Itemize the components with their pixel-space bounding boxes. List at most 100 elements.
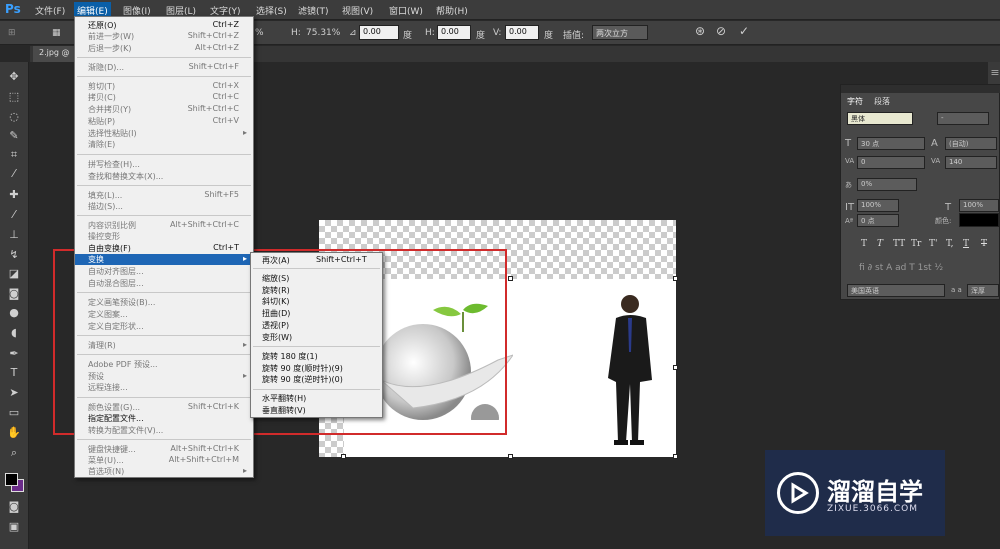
menu-select[interactable]: 选择(S): [256, 4, 287, 17]
menu-item-auto-blend-layers[interactable]: 自动混合图层...: [75, 278, 253, 289]
menu-item-define-shape[interactable]: 定义自定形状...: [75, 321, 253, 332]
zoom-tool-icon[interactable]: ⌕: [7, 446, 21, 460]
shape-tool-icon[interactable]: ▭: [7, 406, 21, 420]
quick-select-tool-icon[interactable]: ✎: [7, 129, 21, 143]
faux-bold-button[interactable]: T: [861, 239, 867, 249]
transform-handle[interactable]: [673, 365, 678, 370]
brush-tool-icon[interactable]: ⁄: [7, 208, 21, 222]
submenu-item-rotate-180[interactable]: 旋转 180 度(1): [251, 351, 382, 362]
panel-collapse-icon[interactable]: ≡: [988, 66, 1000, 80]
transform-handle[interactable]: [508, 454, 513, 459]
subscript-button[interactable]: T,: [946, 239, 954, 249]
baseline-shift-input[interactable]: 0 点: [857, 214, 899, 227]
menu-item-step-forward[interactable]: 前进一步(W) Shift+Ctrl+Z: [75, 31, 253, 42]
leading-select[interactable]: (自动): [945, 137, 997, 150]
cancel-transform-icon[interactable]: ⊘: [716, 24, 726, 38]
font-size-select[interactable]: 30 点: [857, 137, 925, 150]
submenu-item-distort[interactable]: 扭曲(D): [251, 308, 382, 319]
submenu-item-warp[interactable]: 变形(W): [251, 332, 382, 343]
clone-stamp-tool-icon[interactable]: ⊥: [7, 228, 21, 242]
menu-item-preferences[interactable]: 首选项(N) ▸: [75, 466, 253, 477]
menu-item-define-pattern[interactable]: 定义图案...: [75, 309, 253, 320]
horizontal-scale-input[interactable]: 100%: [959, 199, 999, 212]
healing-brush-tool-icon[interactable]: ✚: [7, 188, 21, 202]
dodge-tool-icon[interactable]: ◖: [7, 326, 21, 340]
foreground-color-swatch[interactable]: [5, 473, 18, 486]
submenu-item-perspective[interactable]: 透视(P): [251, 320, 382, 331]
menu-item-assign-profile[interactable]: 指定配置文件...: [75, 413, 253, 424]
menu-item-content-aware-scale[interactable]: 内容识别比例 Alt+Shift+Ctrl+C: [75, 220, 253, 231]
antialias-select[interactable]: 浑厚: [967, 284, 999, 297]
menu-filter[interactable]: 滤镜(T): [298, 4, 329, 17]
menu-item-cut[interactable]: 剪切(T) Ctrl+X: [75, 81, 253, 92]
menu-item-auto-align-layers[interactable]: 自动对齐图层...: [75, 266, 253, 277]
hand-tool-icon[interactable]: ✋: [7, 426, 21, 440]
interpolation-select[interactable]: 两次立方: [592, 25, 648, 40]
paint-bucket-tool-icon[interactable]: ◙: [7, 287, 21, 301]
warp-mode-icon[interactable]: ⊛: [695, 24, 705, 38]
menu-item-fade[interactable]: 渐隐(D)... Shift+Ctrl+F: [75, 62, 253, 73]
font-style-select[interactable]: -: [937, 112, 989, 125]
grid-icon[interactable]: ▦: [52, 28, 61, 38]
menu-help[interactable]: 帮助(H): [436, 4, 468, 17]
submenu-item-rotate-90-ccw[interactable]: 旋转 90 度(逆时针)(0): [251, 374, 382, 385]
eyedropper-tool-icon[interactable]: ⁄: [7, 167, 21, 181]
hskew-input[interactable]: 0.00: [437, 25, 471, 40]
transform-handle[interactable]: [673, 454, 678, 459]
transform-handle[interactable]: [508, 276, 513, 281]
pen-tool-icon[interactable]: ✒: [7, 347, 21, 361]
type-tool-icon[interactable]: T: [7, 366, 21, 380]
quick-mask-icon[interactable]: ◙: [7, 500, 21, 514]
menu-item-puppet-warp[interactable]: 操控变形: [75, 231, 253, 242]
vskew-input[interactable]: 0.00: [505, 25, 539, 40]
vertical-scale-input[interactable]: 100%: [857, 199, 899, 212]
move-tool-icon[interactable]: ✥: [7, 70, 21, 84]
menu-item-find-replace[interactable]: 查找和替换文本(X)...: [75, 171, 253, 182]
menu-window[interactable]: 窗口(W): [389, 4, 423, 17]
history-brush-tool-icon[interactable]: ↯: [7, 248, 21, 262]
underline-button[interactable]: T: [963, 239, 969, 249]
menu-item-keyboard-shortcuts[interactable]: 键盘快捷键... Alt+Shift+Ctrl+K: [75, 444, 253, 455]
height-value[interactable]: 75.31%: [306, 28, 340, 38]
menu-item-remote-connections[interactable]: 远程连接...: [75, 382, 253, 393]
marquee-tool-icon[interactable]: ⬚: [7, 90, 21, 104]
menu-item-step-backward[interactable]: 后退一步(K) Alt+Ctrl+Z: [75, 43, 253, 54]
menu-item-spell-check[interactable]: 拼写检查(H)...: [75, 159, 253, 170]
menu-item-free-transform[interactable]: 自由变换(F) Ctrl+T: [75, 243, 253, 254]
tracking-select[interactable]: 140: [945, 156, 997, 169]
menu-item-transform[interactable]: 变换 ▸: [75, 254, 253, 265]
menu-item-clear[interactable]: 清除(E): [75, 139, 253, 150]
language-select[interactable]: 美国英语: [847, 284, 945, 297]
text-color-swatch[interactable]: [959, 213, 999, 227]
menu-item-paste-special[interactable]: 选择性粘贴(I) ▸: [75, 128, 253, 139]
angle-input[interactable]: 0.00: [359, 25, 399, 40]
commit-transform-icon[interactable]: ✓: [739, 24, 749, 38]
small-caps-button[interactable]: Tr: [911, 239, 921, 249]
submenu-item-skew[interactable]: 斜切(K): [251, 296, 382, 307]
menu-item-color-settings[interactable]: 颜色设置(G)... Shift+Ctrl+K: [75, 402, 253, 413]
submenu-item-rotate-90-cw[interactable]: 旋转 90 度(顺时针)(9): [251, 363, 382, 374]
reference-point-icon[interactable]: ⊞: [8, 28, 16, 38]
superscript-button[interactable]: T': [929, 239, 937, 249]
menu-view[interactable]: 视图(V): [342, 4, 373, 17]
menu-item-undo[interactable]: 还原(O) Ctrl+Z: [75, 20, 253, 31]
all-caps-button[interactable]: TT: [893, 239, 905, 249]
crop-tool-icon[interactable]: ⌗: [7, 148, 21, 162]
faux-italic-button[interactable]: T: [877, 239, 883, 249]
submenu-item-flip-horizontal[interactable]: 水平翻转(H): [251, 393, 382, 404]
opentype-features-icon[interactable]: fi ∂ st A ad T 1st ½: [859, 263, 943, 273]
transform-handle[interactable]: [341, 454, 346, 459]
transform-handle[interactable]: [673, 276, 678, 281]
strikethrough-button[interactable]: T: [981, 239, 987, 249]
menu-item-menus[interactable]: 菜单(U)... Alt+Shift+Ctrl+M: [75, 455, 253, 466]
submenu-item-scale[interactable]: 缩放(S): [251, 273, 382, 284]
tab-paragraph[interactable]: 段落: [874, 96, 890, 107]
menu-item-copy-merged[interactable]: 合并拷贝(Y) Shift+Ctrl+C: [75, 104, 253, 115]
blur-tool-icon[interactable]: ●: [7, 306, 21, 320]
menu-file[interactable]: 文件(F): [35, 4, 65, 17]
menu-item-purge[interactable]: 清理(R) ▸: [75, 340, 253, 351]
menu-item-convert-profile[interactable]: 转换为配置文件(V)...: [75, 425, 253, 436]
tsume-select[interactable]: 0%: [857, 178, 917, 191]
eraser-tool-icon[interactable]: ◪: [7, 267, 21, 281]
kerning-select[interactable]: 0: [857, 156, 925, 169]
